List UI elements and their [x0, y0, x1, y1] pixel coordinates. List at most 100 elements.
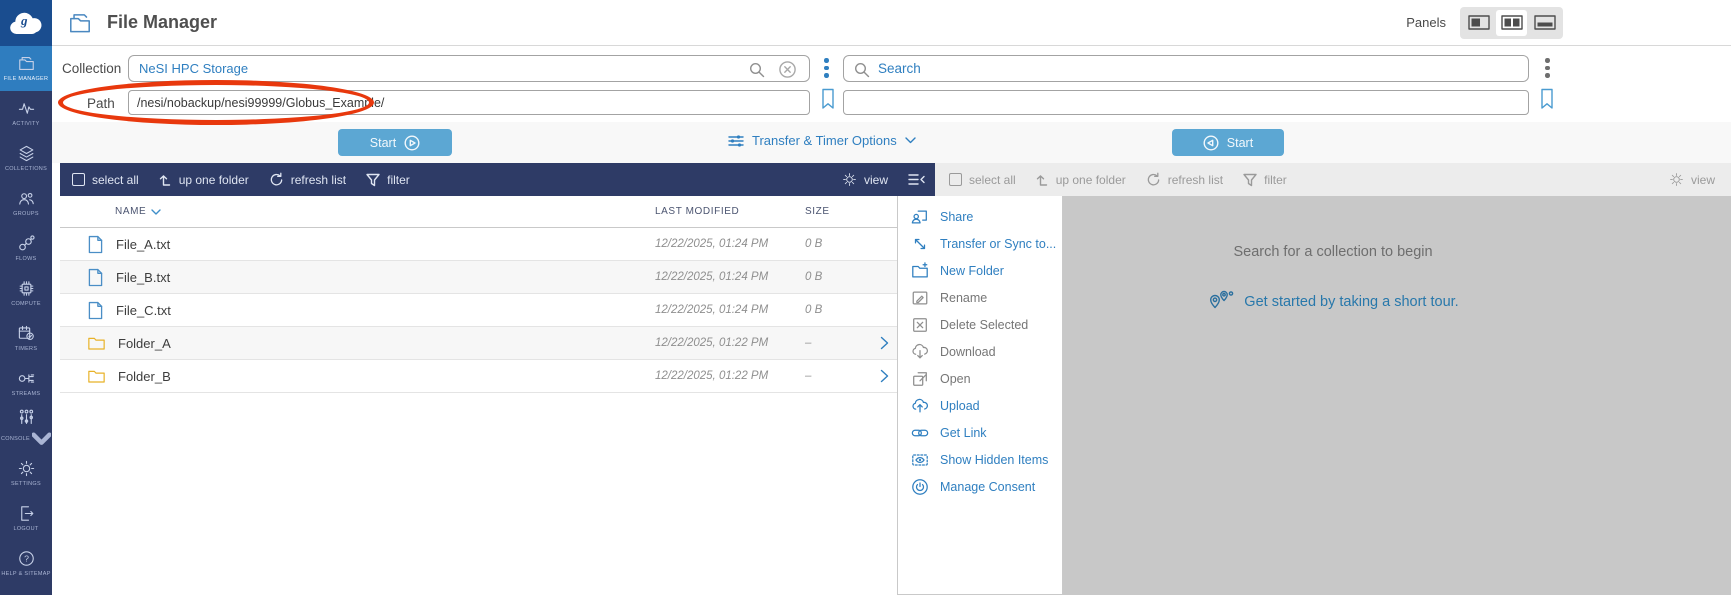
file-row[interactable]: File_B.txt 12/22/2025, 01:24 PM 0 B — [60, 261, 898, 294]
sidebar-item-settings[interactable]: SETTINGS — [0, 451, 52, 496]
tour-link[interactable]: Get started by taking a short tour. — [1244, 294, 1458, 310]
sidebar-item-timers[interactable]: TIMERS — [0, 316, 52, 361]
two-panel-button[interactable] — [1496, 10, 1527, 36]
path-input[interactable] — [129, 91, 809, 114]
options-sliders-icon — [728, 134, 744, 148]
folder-icon — [17, 54, 36, 73]
folder-size: – — [795, 370, 870, 382]
right-path-field-wrap — [843, 90, 1529, 115]
gear-icon — [842, 172, 857, 187]
menu-item-open[interactable]: Open — [898, 365, 1062, 392]
menu-item-rename[interactable]: Rename — [898, 284, 1062, 311]
start-transfer-right-button[interactable]: Start — [1172, 129, 1284, 156]
file-name: File_B.txt — [116, 270, 170, 285]
refresh-list-button[interactable]: refresh list — [1146, 172, 1223, 187]
globus-logo[interactable]: g — [0, 0, 52, 46]
view-button[interactable]: view — [1669, 172, 1715, 187]
people-icon — [17, 189, 36, 208]
file-row[interactable]: File_C.txt 12/22/2025, 01:24 PM 0 B — [60, 294, 898, 327]
power-circle-icon — [911, 478, 929, 496]
menu-item-transfer-or-sync[interactable]: Transfer or Sync to... — [898, 230, 1062, 257]
page-title: File Manager — [107, 12, 217, 33]
right-path-input[interactable] — [844, 91, 1528, 114]
select-all-checkbox[interactable] — [72, 173, 85, 186]
cloud-upload-icon — [911, 397, 929, 415]
start-transfer-left-button[interactable]: Start — [338, 129, 452, 156]
refresh-list-button[interactable]: refresh list — [269, 172, 346, 187]
menu-item-get-link[interactable]: Get Link — [898, 419, 1062, 446]
sidebar-item-logout[interactable]: LOGOUT — [0, 496, 52, 541]
sidebar-item-collections[interactable]: COLLECTIONS — [0, 136, 52, 181]
eye-dotted-icon — [911, 451, 929, 469]
share-icon — [911, 208, 929, 226]
filter-button[interactable]: filter — [366, 173, 410, 187]
svg-text:g: g — [20, 13, 28, 28]
sidebar: g FILE MANAGER ACTIVITY COLLECTIONS GROU… — [0, 0, 52, 595]
top-header: File Manager Panels — [52, 0, 1731, 46]
search-icon[interactable] — [749, 62, 765, 78]
right-collection-options-kebab-icon[interactable] — [1543, 56, 1552, 80]
select-all-checkbox[interactable] — [949, 173, 962, 186]
column-name[interactable]: NAME — [115, 206, 146, 217]
select-all-control[interactable]: select all — [72, 173, 139, 187]
stacked-panel-button[interactable] — [1529, 10, 1560, 36]
right-collection-search-input[interactable] — [844, 56, 1528, 81]
file-name: File_A.txt — [116, 237, 170, 252]
funnel-icon — [366, 173, 380, 187]
sidebar-item-groups[interactable]: GROUPS — [0, 181, 52, 226]
view-button[interactable]: view — [842, 172, 888, 187]
clear-collection-icon[interactable] — [779, 61, 796, 78]
menu-item-delete-selected[interactable]: Delete Selected — [898, 311, 1062, 338]
transfer-timer-options[interactable]: Transfer & Timer Options — [728, 133, 916, 148]
stacked-panel-icon — [1534, 15, 1556, 30]
single-panel-button[interactable] — [1463, 10, 1494, 36]
column-last-modified[interactable]: LAST MODIFIED — [655, 206, 795, 217]
select-all-control[interactable]: select all — [949, 173, 1016, 187]
calendar-check-icon — [17, 324, 36, 343]
folder-size: – — [795, 337, 870, 349]
bookmark-icon[interactable] — [820, 88, 836, 110]
question-circle-icon: ? — [17, 549, 36, 568]
collection-input[interactable] — [129, 56, 809, 81]
menu-item-manage-consent[interactable]: Manage Consent — [898, 473, 1062, 500]
up-one-folder-button[interactable]: up one folder — [159, 173, 249, 187]
collapse-menu-button[interactable] — [908, 173, 925, 186]
file-row[interactable]: File_A.txt 12/22/2025, 01:24 PM 0 B — [60, 228, 898, 261]
sliders-icon — [17, 408, 36, 427]
folder-row[interactable]: Folder_A 12/22/2025, 01:22 PM – — [60, 327, 898, 360]
file-modified: 12/22/2025, 01:24 PM — [655, 304, 795, 316]
sidebar-item-file-manager[interactable]: FILE MANAGER — [0, 46, 52, 91]
collection-label: Collection — [62, 61, 121, 76]
menu-item-upload[interactable]: Upload — [898, 392, 1062, 419]
globus-cloud-icon: g — [8, 9, 44, 37]
menu-item-download[interactable]: Download — [898, 338, 1062, 365]
column-size[interactable]: SIZE — [795, 206, 870, 217]
file-actions-menu: Share Transfer or Sync to... New Folder … — [897, 196, 1063, 595]
bookmark-icon[interactable] — [1539, 88, 1555, 110]
filter-button[interactable]: filter — [1243, 173, 1287, 187]
sidebar-item-compute[interactable]: COMPUTE — [0, 271, 52, 316]
menu-item-share[interactable]: Share — [898, 203, 1062, 230]
sidebar-item-activity[interactable]: ACTIVITY — [0, 91, 52, 136]
menu-item-show-hidden-items[interactable]: Show Hidden Items — [898, 446, 1062, 473]
up-one-folder-button[interactable]: up one folder — [1036, 173, 1126, 187]
search-icon — [854, 62, 870, 78]
sort-chevron-icon[interactable] — [151, 209, 161, 215]
play-right-circle-icon — [404, 135, 420, 151]
menu-item-new-folder[interactable]: New Folder — [898, 257, 1062, 284]
sidebar-item-flows[interactable]: FLOWS — [0, 226, 52, 271]
sidebar-item-console[interactable]: CONSOLE — [0, 406, 52, 451]
chevron-right-icon[interactable] — [880, 369, 889, 383]
refresh-icon — [269, 172, 284, 187]
file-icon — [88, 268, 103, 287]
sidebar-item-help-sitemap[interactable]: ? HELP & SITEMAP — [0, 541, 52, 586]
file-list: NAME LAST MODIFIED SIZE File_A.txt 12/22… — [60, 196, 898, 393]
panel-layout-switcher — [1460, 7, 1563, 39]
right-collection-search-wrap — [843, 55, 1529, 82]
folder-row[interactable]: Folder_B 12/22/2025, 01:22 PM – — [60, 360, 898, 393]
chevron-right-icon[interactable] — [880, 336, 889, 350]
file-manager-icon — [66, 10, 94, 36]
collection-options-kebab-icon[interactable] — [822, 56, 831, 80]
sidebar-item-streams[interactable]: STREAMS — [0, 361, 52, 406]
play-left-circle-icon — [1203, 135, 1219, 151]
